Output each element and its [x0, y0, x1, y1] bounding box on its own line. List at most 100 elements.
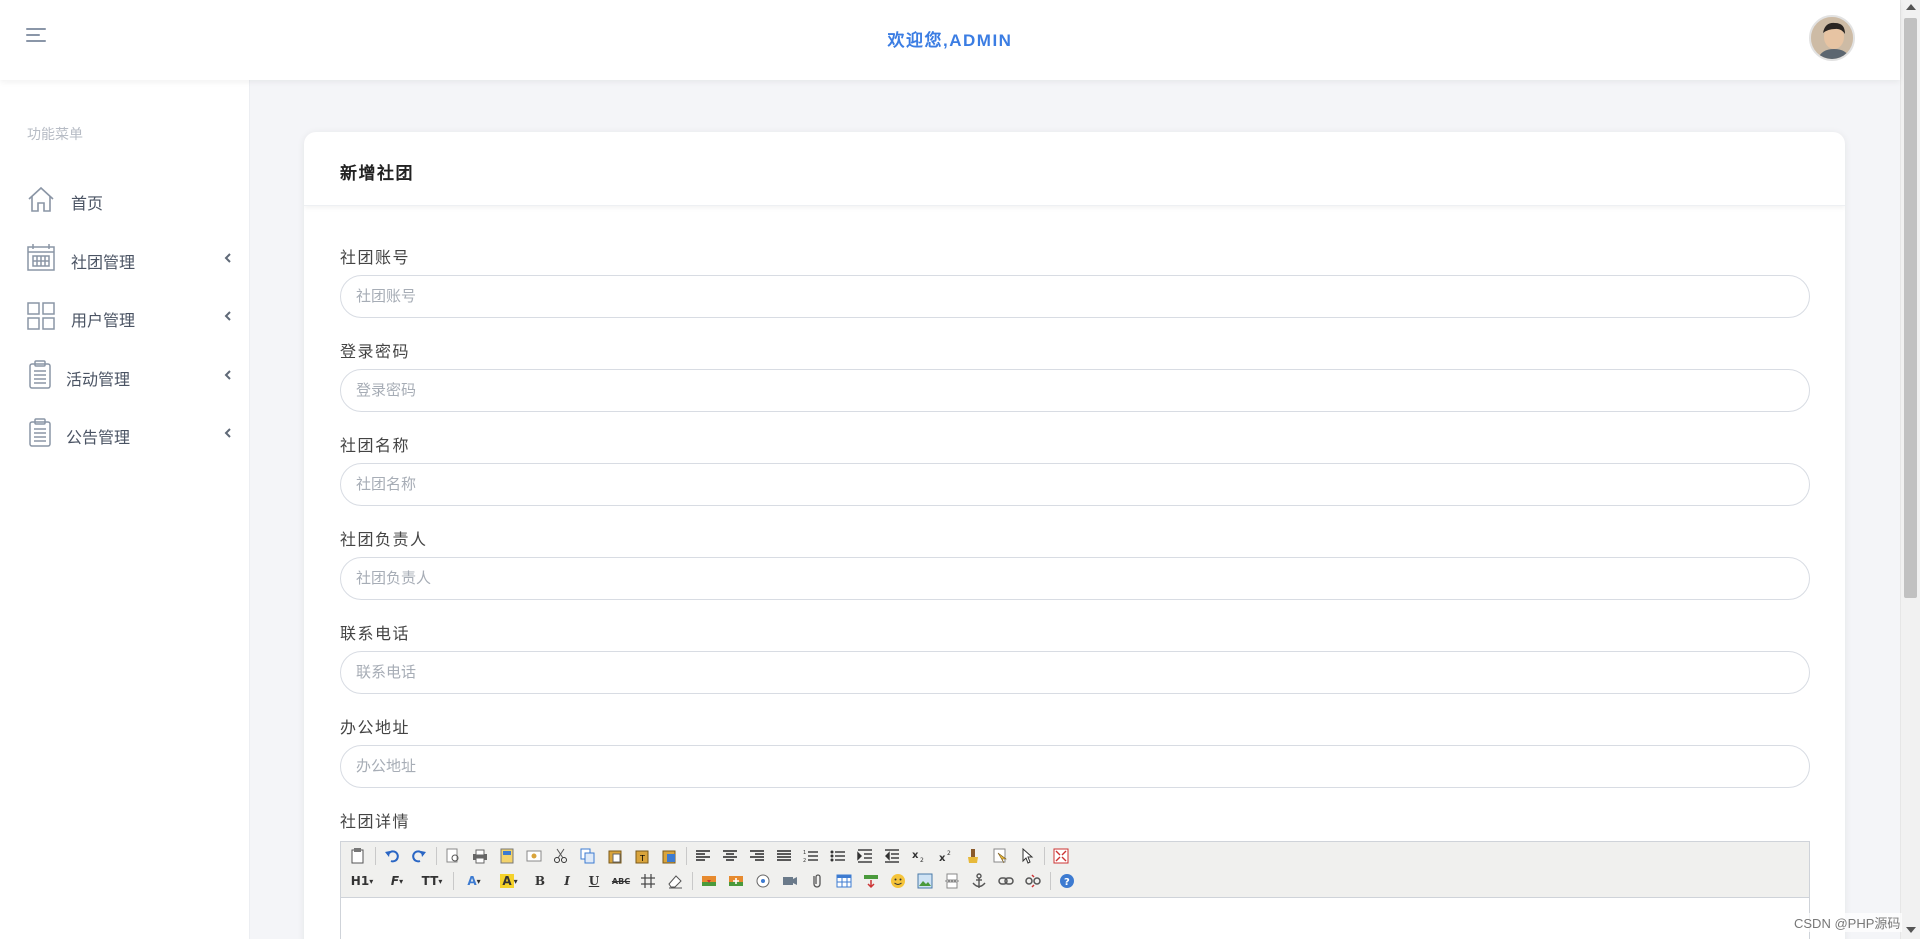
- insert-video-icon[interactable]: [779, 871, 801, 891]
- sidebar: 功能菜单 首页 社团管理 用户管理 活动管理 公告管理: [0, 80, 250, 939]
- svg-text:2: 2: [920, 857, 924, 864]
- svg-text:x: x: [939, 853, 946, 864]
- subscript-icon[interactable]: x2: [908, 846, 930, 866]
- cursor-icon[interactable]: [1016, 846, 1038, 866]
- user-avatar[interactable]: [1809, 15, 1855, 61]
- indent-icon[interactable]: [854, 846, 876, 866]
- template-icon[interactable]: [496, 846, 518, 866]
- align-center-icon[interactable]: [719, 846, 741, 866]
- format-painter-icon[interactable]: [962, 846, 984, 866]
- phone-input[interactable]: [340, 651, 1810, 694]
- undo-icon[interactable]: [381, 846, 403, 866]
- align-right-icon[interactable]: [746, 846, 768, 866]
- unlink-icon[interactable]: [1022, 871, 1044, 891]
- office-address-input[interactable]: [340, 745, 1810, 788]
- clipboard-icon: [29, 360, 51, 389]
- underline-icon[interactable]: U: [583, 871, 605, 891]
- chevron-left-icon: [224, 253, 231, 263]
- paste-text-icon[interactable]: T: [631, 846, 653, 866]
- font-size-dropdown[interactable]: TT ▾: [417, 871, 447, 891]
- welcome-text: 欢迎您,ADMIN: [887, 31, 1013, 50]
- editor-content-area[interactable]: [341, 898, 1809, 939]
- sidebar-item-user-management[interactable]: 用户管理: [0, 293, 250, 339]
- font-size-label: TT: [421, 874, 439, 888]
- ordered-list-icon[interactable]: 12: [800, 846, 822, 866]
- font-family-dropdown[interactable]: F ▾: [382, 871, 412, 891]
- copy-icon[interactable]: [577, 846, 599, 866]
- insert-image-icon[interactable]: [698, 871, 720, 891]
- password-input[interactable]: [340, 369, 1810, 412]
- anchor-icon[interactable]: [968, 871, 990, 891]
- club-name-input[interactable]: [340, 463, 1810, 506]
- font-color-icon[interactable]: A ▾: [459, 871, 489, 891]
- scroll-thumb[interactable]: [1904, 18, 1917, 598]
- sidebar-item-club-management[interactable]: 社团管理: [0, 235, 250, 281]
- fullscreen-icon[interactable]: [1050, 846, 1072, 866]
- heading-dropdown[interactable]: H1 ▾: [347, 871, 377, 891]
- unordered-list-icon[interactable]: [827, 846, 849, 866]
- top-header: 欢迎您,ADMIN: [0, 0, 1900, 80]
- eraser-icon[interactable]: [664, 871, 686, 891]
- chevron-left-icon: [224, 311, 231, 321]
- align-justify-icon[interactable]: [773, 846, 795, 866]
- form-card: 新增社团 社团账号 登录密码 社团名称 社团负责人 联系电话 办公地址 社团详情: [304, 132, 1845, 939]
- paste-icon[interactable]: [604, 846, 626, 866]
- strikethrough-icon[interactable]: ABC: [610, 871, 632, 891]
- page-break-icon[interactable]: [941, 871, 963, 891]
- chevron-left-icon: [224, 428, 231, 438]
- table-grid-icon[interactable]: [637, 871, 659, 891]
- help-icon[interactable]: ?: [1056, 871, 1078, 891]
- calendar-icon: [27, 244, 55, 271]
- print-icon[interactable]: [469, 846, 491, 866]
- password-label: 登录密码: [340, 344, 411, 361]
- attachment-icon[interactable]: [806, 871, 828, 891]
- card-header: 新增社团: [304, 132, 1845, 206]
- sidebar-item-notice-management[interactable]: 公告管理: [0, 410, 250, 456]
- redo-icon[interactable]: [408, 846, 430, 866]
- font-family-label: F: [390, 874, 400, 888]
- sidebar-item-activity-management[interactable]: 活动管理: [0, 352, 250, 398]
- insert-table-icon[interactable]: [833, 871, 855, 891]
- emoji-icon[interactable]: [887, 871, 909, 891]
- sidebar-item-home[interactable]: 首页: [0, 176, 250, 222]
- superscript-icon[interactable]: x2: [935, 846, 957, 866]
- editor-toolbar: T 12 x2 x2 H1 ▾ F ▾ TT ▾ A ▾ A ▾ B I U A…: [341, 842, 1809, 898]
- select-all-icon[interactable]: [989, 846, 1011, 866]
- club-account-input[interactable]: [340, 275, 1810, 318]
- link-icon[interactable]: [995, 871, 1017, 891]
- scroll-down-icon[interactable]: [1906, 927, 1916, 933]
- italic-icon[interactable]: I: [556, 871, 578, 891]
- toolbar-row-1: T 12 x2 x2: [347, 845, 1077, 867]
- insert-multi-image-icon[interactable]: [725, 871, 747, 891]
- club-leader-label: 社团负责人: [340, 532, 428, 549]
- scroll-up-icon[interactable]: [1906, 4, 1916, 10]
- club-leader-input[interactable]: [340, 557, 1810, 600]
- heading-label: H1: [350, 874, 370, 888]
- toolbar-row-2: H1 ▾ F ▾ TT ▾ A ▾ A ▾ B I U ABC ?: [347, 870, 1083, 892]
- chevron-left-icon: [224, 370, 231, 380]
- phone-label: 联系电话: [340, 626, 411, 643]
- sidebar-item-label: 社团管理: [71, 255, 136, 272]
- svg-text:1: 1: [803, 850, 806, 856]
- home-icon: [28, 186, 54, 212]
- insert-media-icon[interactable]: [752, 871, 774, 891]
- svg-text:2: 2: [947, 850, 951, 857]
- preview-icon[interactable]: [442, 846, 464, 866]
- club-account-label: 社团账号: [340, 250, 411, 267]
- cut-icon[interactable]: [550, 846, 572, 866]
- sidebar-item-label: 首页: [71, 196, 104, 213]
- paste-word-icon[interactable]: [658, 846, 680, 866]
- grid-icon: [27, 302, 55, 330]
- sidebar-item-label: 用户管理: [71, 313, 136, 330]
- page-scrollbar[interactable]: [1900, 0, 1920, 939]
- bold-icon[interactable]: B: [529, 871, 551, 891]
- svg-text:x: x: [912, 850, 919, 861]
- outdent-icon[interactable]: [881, 846, 903, 866]
- watermark: CSDN @PHP源码: [1792, 913, 1903, 932]
- highlight-color-icon[interactable]: A ▾: [494, 871, 524, 891]
- insert-row-icon[interactable]: [860, 871, 882, 891]
- new-page-icon[interactable]: [523, 846, 545, 866]
- insert-picture-icon[interactable]: [914, 871, 936, 891]
- source-icon[interactable]: [347, 846, 369, 866]
- align-left-icon[interactable]: [692, 846, 714, 866]
